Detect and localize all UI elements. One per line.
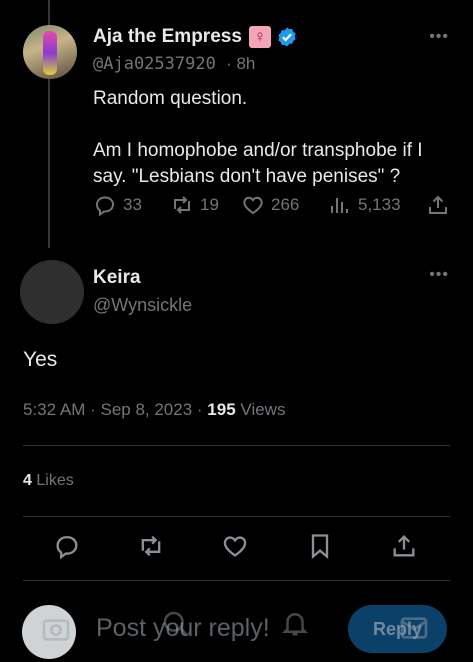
image-icon <box>40 614 72 651</box>
reply-author-handle[interactable]: @Wynsickle <box>93 295 192 316</box>
tweet-header: Aja the Empress ♀ <box>93 26 298 48</box>
likes-count: 4 <box>23 472 32 489</box>
reply-count: 33 <box>123 195 142 214</box>
bookmark-icon <box>311 534 329 559</box>
likes-summary[interactable]: 4 Likes <box>23 472 74 490</box>
author-handle-line: @Aja02537920 · 8h <box>93 54 255 74</box>
reply-icon <box>56 536 78 560</box>
reply-meta: 5:32 AM · Sep 8, 2023 · 195 Views <box>23 400 285 420</box>
divider <box>23 580 450 581</box>
author-name[interactable]: Aja the Empress <box>93 26 242 48</box>
reply-actions <box>0 532 473 566</box>
like-button[interactable] <box>221 532 251 562</box>
tweet-time[interactable]: · 8h <box>226 54 255 73</box>
reply-timestamp[interactable]: 5:32 AM · Sep 8, 2023 · <box>23 400 203 419</box>
reply-views-label: Views <box>240 400 286 419</box>
original-tweet[interactable]: Aja the Empress ♀ ••• @Aja02537920 · 8h … <box>0 0 473 250</box>
divider <box>23 516 450 517</box>
tweet-text: Random question. Am I homophobe and/or t… <box>93 88 423 187</box>
share-button[interactable] <box>426 193 450 217</box>
female-symbol-badge: ♀ <box>248 26 271 48</box>
like-count: 266 <box>271 195 300 214</box>
reply-view-count: 195 <box>207 400 236 419</box>
reply-author-name[interactable]: Keira <box>93 267 141 289</box>
mail-icon <box>398 612 430 649</box>
like-icon <box>243 196 263 215</box>
repost-icon <box>141 535 161 557</box>
views-button[interactable]: 5,133 <box>328 193 401 217</box>
repost-count: 19 <box>200 195 219 214</box>
bookmark-button[interactable] <box>306 532 336 562</box>
repost-icon <box>174 196 190 214</box>
bell-icon <box>280 608 310 643</box>
like-icon <box>223 536 247 557</box>
views-count: 5,133 <box>358 195 401 214</box>
reply-text: Yes <box>23 348 58 371</box>
reply-icon <box>96 196 115 217</box>
reply-more-icon[interactable]: ••• <box>429 266 449 284</box>
search-icon <box>160 608 190 643</box>
reply-author-avatar[interactable] <box>20 260 84 324</box>
likes-label: Likes <box>36 472 74 489</box>
reply-button[interactable]: 33 <box>93 193 142 217</box>
like-button[interactable]: 266 <box>241 193 299 217</box>
views-icon <box>331 198 348 213</box>
more-icon[interactable]: ••• <box>429 28 449 46</box>
reply-button[interactable] <box>53 532 83 562</box>
repost-button[interactable]: 19 <box>170 193 219 217</box>
share-icon <box>393 535 415 557</box>
share-icon <box>429 195 447 214</box>
verified-icon <box>278 27 296 47</box>
author-avatar[interactable] <box>23 25 77 79</box>
divider <box>23 445 450 446</box>
share-button[interactable] <box>390 532 420 562</box>
repost-button[interactable] <box>137 532 167 562</box>
author-handle[interactable]: @Aja02537920 <box>93 54 216 74</box>
reply-composer: Post your reply! Reply <box>0 590 473 662</box>
